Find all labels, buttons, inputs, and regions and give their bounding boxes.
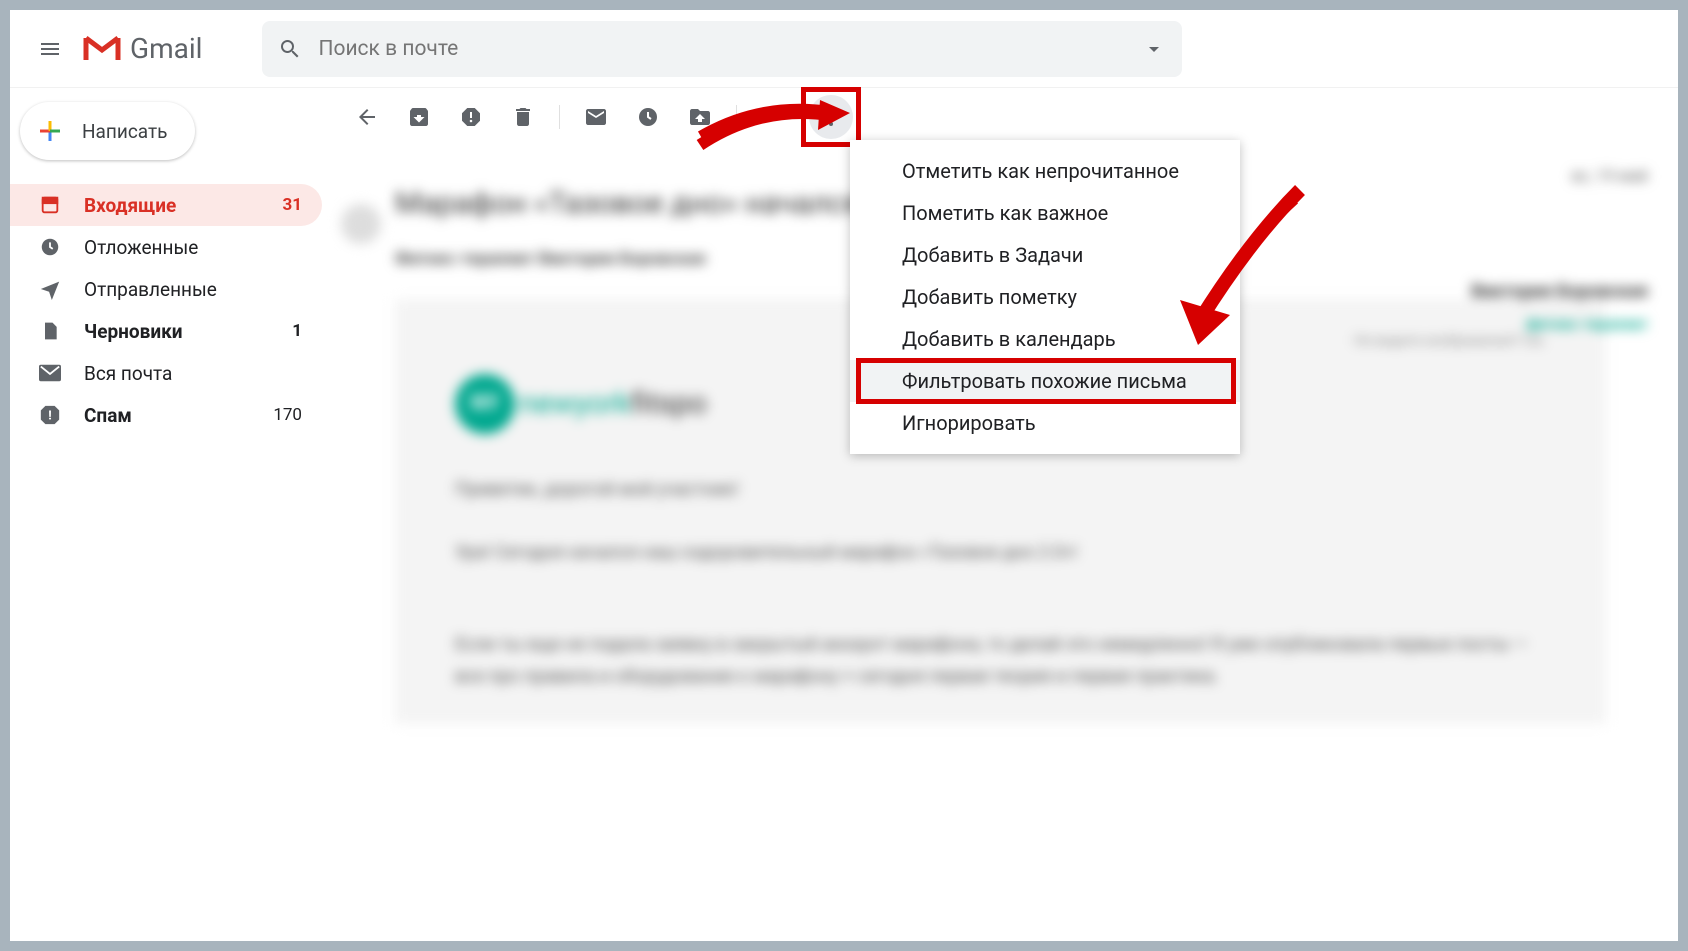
plus-icon (36, 117, 64, 145)
delete-button[interactable] (501, 95, 545, 139)
brand-badge: NY (455, 374, 515, 434)
back-button[interactable] (345, 95, 389, 139)
compose-label: Написать (82, 120, 167, 143)
body: Написать Входящие 31 Отложенные Отправле… (10, 88, 1678, 941)
menu-filter-similar[interactable]: Фильтровать похожие письма (850, 360, 1240, 402)
nav-sent[interactable]: Отправленные (10, 268, 322, 310)
mail-icon (38, 361, 62, 385)
gmail-m-icon (82, 34, 122, 64)
spam-icon: ! (38, 403, 62, 427)
gmail-text: Gmail (130, 32, 202, 65)
more-vert-icon (819, 105, 843, 129)
menu-mark-important[interactable]: Пометить как важное (850, 192, 1240, 234)
search-input[interactable] (318, 37, 1142, 61)
more-actions-menu: Отметить как непрочитанное Пометить как … (850, 140, 1240, 454)
arrow-back-icon (355, 105, 379, 129)
move-to-button[interactable] (678, 95, 722, 139)
toolbar-separator-2 (736, 105, 737, 129)
report-spam-button[interactable] (449, 95, 493, 139)
mail-unread-icon (584, 105, 608, 129)
snooze-icon (636, 105, 660, 129)
search-options-icon[interactable] (1142, 37, 1166, 61)
nav-snoozed[interactable]: Отложенные (10, 226, 322, 268)
nav-allmail[interactable]: Вся почта (10, 352, 322, 394)
archive-button[interactable] (397, 95, 441, 139)
search-icon (278, 37, 302, 61)
app-frame: Gmail Написать Входящие 31 Отл (10, 10, 1678, 941)
menu-mute[interactable]: Игнорировать (850, 402, 1240, 444)
report-icon (459, 105, 483, 129)
hamburger-icon (38, 37, 62, 61)
search-bar[interactable] (262, 21, 1182, 77)
svg-text:!: ! (48, 409, 51, 424)
nav: Входящие 31 Отложенные Отправленные Черн… (10, 184, 322, 436)
clock-icon (38, 235, 62, 259)
sent-icon (38, 277, 62, 301)
nav-inbox[interactable]: Входящие 31 (10, 184, 322, 226)
nav-drafts[interactable]: Черновики 1 (10, 310, 322, 352)
move-icon (688, 105, 712, 129)
inbox-icon (38, 193, 62, 217)
toolbar-separator (559, 105, 560, 129)
sender-avatar (341, 204, 381, 244)
menu-add-star[interactable]: Добавить пометку (850, 276, 1240, 318)
header: Gmail (10, 10, 1678, 88)
main-menu-button[interactable] (26, 25, 74, 73)
gmail-logo[interactable]: Gmail (82, 32, 202, 65)
email-date: вс, 19 май (1572, 166, 1648, 185)
snooze-button[interactable] (626, 95, 670, 139)
toolbar (323, 88, 1678, 146)
mark-unread-button[interactable] (574, 95, 618, 139)
compose-button[interactable]: Написать (20, 102, 195, 160)
trash-icon (511, 105, 535, 129)
nav-spam[interactable]: ! Спам 170 (10, 394, 322, 436)
menu-mark-unread[interactable]: Отметить как непрочитанное (850, 150, 1240, 192)
menu-add-to-tasks[interactable]: Добавить в Задачи (850, 234, 1240, 276)
archive-icon (407, 105, 431, 129)
file-icon (38, 319, 62, 343)
sidebar: Написать Входящие 31 Отложенные Отправле… (10, 88, 322, 941)
menu-add-calendar[interactable]: Добавить в календарь (850, 318, 1240, 360)
more-actions-button[interactable] (809, 95, 853, 139)
